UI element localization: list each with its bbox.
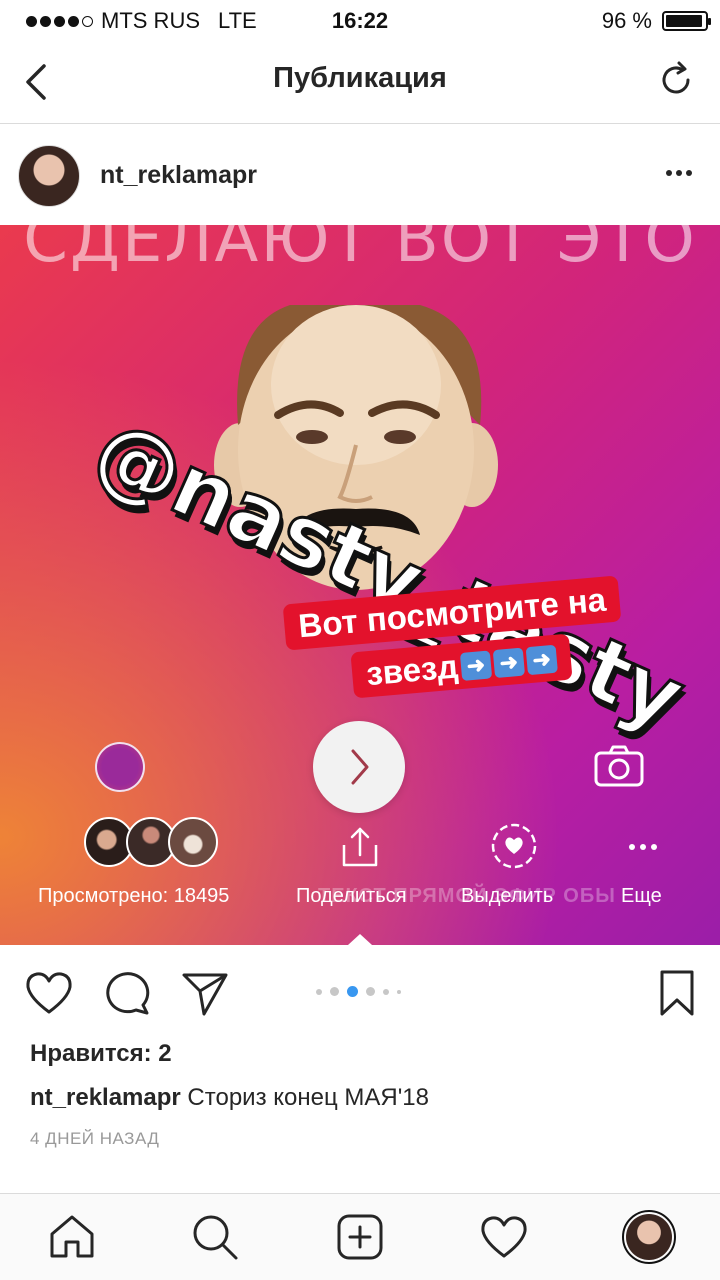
more-label: Еще bbox=[621, 885, 662, 907]
post-date: 4 ДНЕЙ НАЗАД bbox=[30, 1129, 160, 1148]
avatar[interactable] bbox=[18, 145, 80, 207]
caption-username[interactable]: nt_reklamapr bbox=[30, 1084, 181, 1111]
views-count-label: Просмотрено: 18495 bbox=[38, 885, 230, 907]
highlight-label: Выделить bbox=[461, 885, 554, 907]
bookmark-icon[interactable] bbox=[652, 968, 702, 1018]
heart-icon[interactable] bbox=[479, 1212, 529, 1262]
bottom-tab-bar bbox=[0, 1193, 720, 1280]
add-icon[interactable] bbox=[335, 1212, 385, 1262]
carousel-dot bbox=[397, 989, 401, 994]
battery-fill bbox=[666, 15, 703, 27]
carousel-dot bbox=[366, 987, 375, 996]
likes-count[interactable]: Нравится: 2 bbox=[30, 1040, 172, 1068]
arrow-right-icon: ➜ bbox=[459, 650, 493, 681]
battery-icon bbox=[662, 11, 711, 31]
carousel-dot bbox=[316, 988, 322, 995]
carousel-indicator bbox=[316, 986, 401, 997]
search-icon[interactable] bbox=[190, 1212, 240, 1262]
media-notch bbox=[348, 934, 372, 945]
comment-icon[interactable] bbox=[102, 968, 152, 1018]
post-username[interactable]: nt_reklamapr bbox=[100, 161, 257, 190]
camera-icon bbox=[592, 743, 646, 789]
status-bar: MTS RUS LTE 16:22 96 % bbox=[0, 0, 720, 40]
status-right: 96 % bbox=[601, 8, 711, 34]
send-direct-icon[interactable] bbox=[180, 968, 230, 1018]
post-media[interactable]: СДЕЛАЮТ ВОТ ЭТО @nasty_tasty Вот посмотр… bbox=[0, 225, 720, 945]
arrow-right-icon: ➜ bbox=[525, 644, 558, 676]
avatar bbox=[626, 1214, 672, 1260]
page-title: Публикация bbox=[273, 62, 447, 94]
more-options-icon[interactable] bbox=[664, 163, 694, 183]
arrow-right-icon: ➜ bbox=[492, 647, 526, 679]
post-caption: nt_reklamapr Сториз конец МАЯ'18 bbox=[30, 1084, 429, 1112]
carousel-dot bbox=[383, 988, 389, 995]
nav-header: Публикация bbox=[0, 40, 720, 124]
story-ring-icon bbox=[95, 742, 145, 792]
more-icon bbox=[618, 837, 668, 857]
highlight-heart-icon bbox=[489, 821, 539, 871]
sticker-line2: звезд bbox=[364, 647, 460, 693]
post-header: nt_reklamapr bbox=[0, 125, 720, 225]
carousel-dot bbox=[330, 987, 339, 996]
refresh-icon[interactable] bbox=[654, 58, 698, 102]
profile-avatar[interactable] bbox=[622, 1210, 676, 1264]
like-heart-icon[interactable] bbox=[24, 968, 74, 1018]
caption-text: Сториз конец МАЯ'18 bbox=[187, 1084, 429, 1111]
home-icon[interactable] bbox=[47, 1212, 97, 1262]
viewer-avatars bbox=[84, 817, 224, 869]
share-label: Поделиться bbox=[296, 885, 407, 907]
viewer-avatar bbox=[168, 817, 218, 867]
carousel-dot-active bbox=[347, 986, 358, 997]
story-next-button bbox=[313, 721, 405, 813]
battery-percent: 96 % bbox=[601, 8, 652, 33]
post-action-bar bbox=[0, 946, 720, 1038]
share-icon bbox=[335, 823, 385, 873]
